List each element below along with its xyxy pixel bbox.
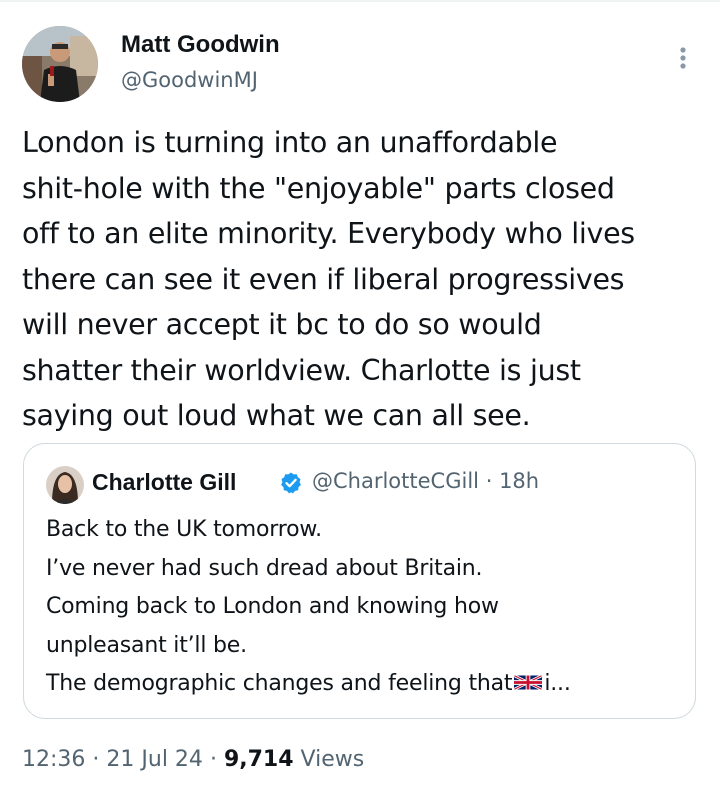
quote-timestamp[interactable]: 18h xyxy=(499,469,539,493)
uk-flag-icon xyxy=(514,675,543,690)
tweet-text-line: will never accept it bc to do so would xyxy=(22,308,542,341)
quote-text: Back to the UK tomorrow. I’ve never had … xyxy=(46,511,686,704)
tweet-meta: 12:36 · 21 Jul 24 · 9,714 Views xyxy=(22,747,364,772)
quote-text-line: Coming back to London and knowing how xyxy=(46,594,499,619)
quoted-tweet-card[interactable]: Charlotte Gill @CharlotteCGill · 18h Bac… xyxy=(23,443,696,719)
tweet-text: London is turning into an unaffordable s… xyxy=(22,120,706,439)
tweet-time[interactable]: 12:36 xyxy=(22,747,85,772)
meta-separator: · xyxy=(485,469,493,493)
tweet-text-line: saying out loud what we can all see. xyxy=(22,399,531,432)
more-options-button[interactable] xyxy=(672,44,694,72)
meta-separator: · xyxy=(92,747,100,772)
views-count[interactable]: 9,714 xyxy=(224,747,294,772)
tweet-text-line: London is turning into an unaffordable xyxy=(22,126,558,159)
top-divider xyxy=(0,0,720,2)
quote-text-line: Back to the UK tomorrow. xyxy=(46,517,322,542)
quote-text-fragment: The demographic changes and feeling that xyxy=(46,671,513,696)
more-vertical-icon xyxy=(680,47,686,69)
author-name[interactable]: Matt Goodwin xyxy=(121,31,280,59)
quote-text-line-last: The demographic changes and feeling that… xyxy=(46,665,686,704)
views-label[interactable]: Views xyxy=(301,747,365,772)
quote-author-meta[interactable]: @CharlotteCGill · 18h xyxy=(312,469,539,493)
author-handle[interactable]: @GoodwinMJ xyxy=(121,68,258,92)
quote-author-name[interactable]: Charlotte Gill xyxy=(92,469,236,496)
tweet-text-line: off to an elite minority. Everybody who … xyxy=(22,217,635,250)
tweet-text-line: there can see it even if liberal progres… xyxy=(22,262,625,296)
tweet-text-line: shit-hole with the "enjoyable" parts clo… xyxy=(22,171,615,205)
meta-separator: · xyxy=(209,747,217,772)
quote-author-avatar[interactable] xyxy=(46,466,84,504)
verified-badge-icon xyxy=(279,471,303,495)
quote-text-line: I’ve never had such dread about Britain. xyxy=(46,555,483,581)
tweet-date[interactable]: 21 Jul 24 xyxy=(106,747,203,772)
quote-text-line: unpleasant it’ll be. xyxy=(46,632,247,658)
author-avatar[interactable] xyxy=(22,26,98,102)
quote-author-handle[interactable]: @CharlotteCGill xyxy=(312,469,479,493)
quote-text-fragment: i... xyxy=(544,671,571,696)
tweet-text-line: shatter their worldview. Charlotte is ju… xyxy=(22,353,581,387)
